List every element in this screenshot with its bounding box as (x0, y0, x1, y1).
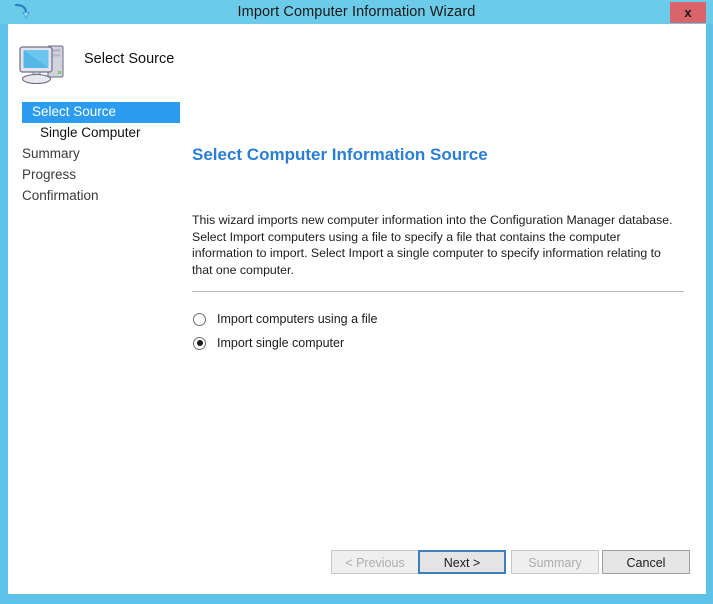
wizard-footer: < Previous Next > Summary Cancel (8, 550, 706, 594)
close-icon[interactable]: x (670, 2, 706, 23)
wizard-window: Import Computer Information Wizard x Sel… (0, 0, 713, 604)
sidebar-item-select-source[interactable]: Select Source (22, 102, 180, 123)
page-title: Select Computer Information Source (192, 145, 488, 165)
source-option-group: Import computers using a file Import sin… (193, 307, 378, 355)
sidebar-item-progress[interactable]: Progress (8, 165, 178, 186)
wizard-step-nav: Select Source Single Computer Summary Pr… (8, 102, 180, 532)
sidebar-item-label: Select Source (32, 104, 117, 119)
sidebar-item-label: Summary (22, 146, 80, 161)
previous-button[interactable]: < Previous (331, 550, 419, 574)
next-button[interactable]: Next > (418, 550, 506, 574)
radio-button-selected-icon[interactable] (193, 336, 206, 350)
summary-button[interactable]: Summary (511, 550, 599, 574)
radio-import-from-file[interactable]: Import computers using a file (193, 307, 378, 331)
window-title: Import Computer Information Wizard (237, 4, 476, 20)
radio-import-single-computer[interactable]: Import single computer (193, 331, 378, 355)
sidebar-item-label: Progress (22, 167, 77, 182)
section-divider (192, 291, 684, 292)
sidebar-item-summary[interactable]: Summary (8, 144, 178, 165)
description-text: This wizard imports new computer informa… (192, 213, 673, 277)
radio-label: Import computers using a file (217, 312, 378, 326)
cancel-button[interactable]: Cancel (602, 550, 690, 574)
sidebar-item-label: Single Computer (40, 125, 141, 140)
radio-label: Import single computer (217, 336, 345, 350)
header-title: Select Source (84, 51, 175, 67)
sidebar-item-confirmation[interactable]: Confirmation (8, 186, 178, 207)
client-area: Select Source Select Source Single Compu… (8, 24, 706, 594)
computer-icon (16, 38, 72, 88)
radio-button-icon[interactable] (193, 312, 206, 326)
title-bar: Import Computer Information Wizard x (0, 0, 713, 24)
sidebar-item-single-computer[interactable]: Single Computer (8, 123, 178, 144)
wizard-header: Select Source (8, 24, 706, 96)
sidebar-item-label: Confirmation (22, 188, 99, 203)
main-content: Select Computer Information Source This … (192, 102, 692, 532)
